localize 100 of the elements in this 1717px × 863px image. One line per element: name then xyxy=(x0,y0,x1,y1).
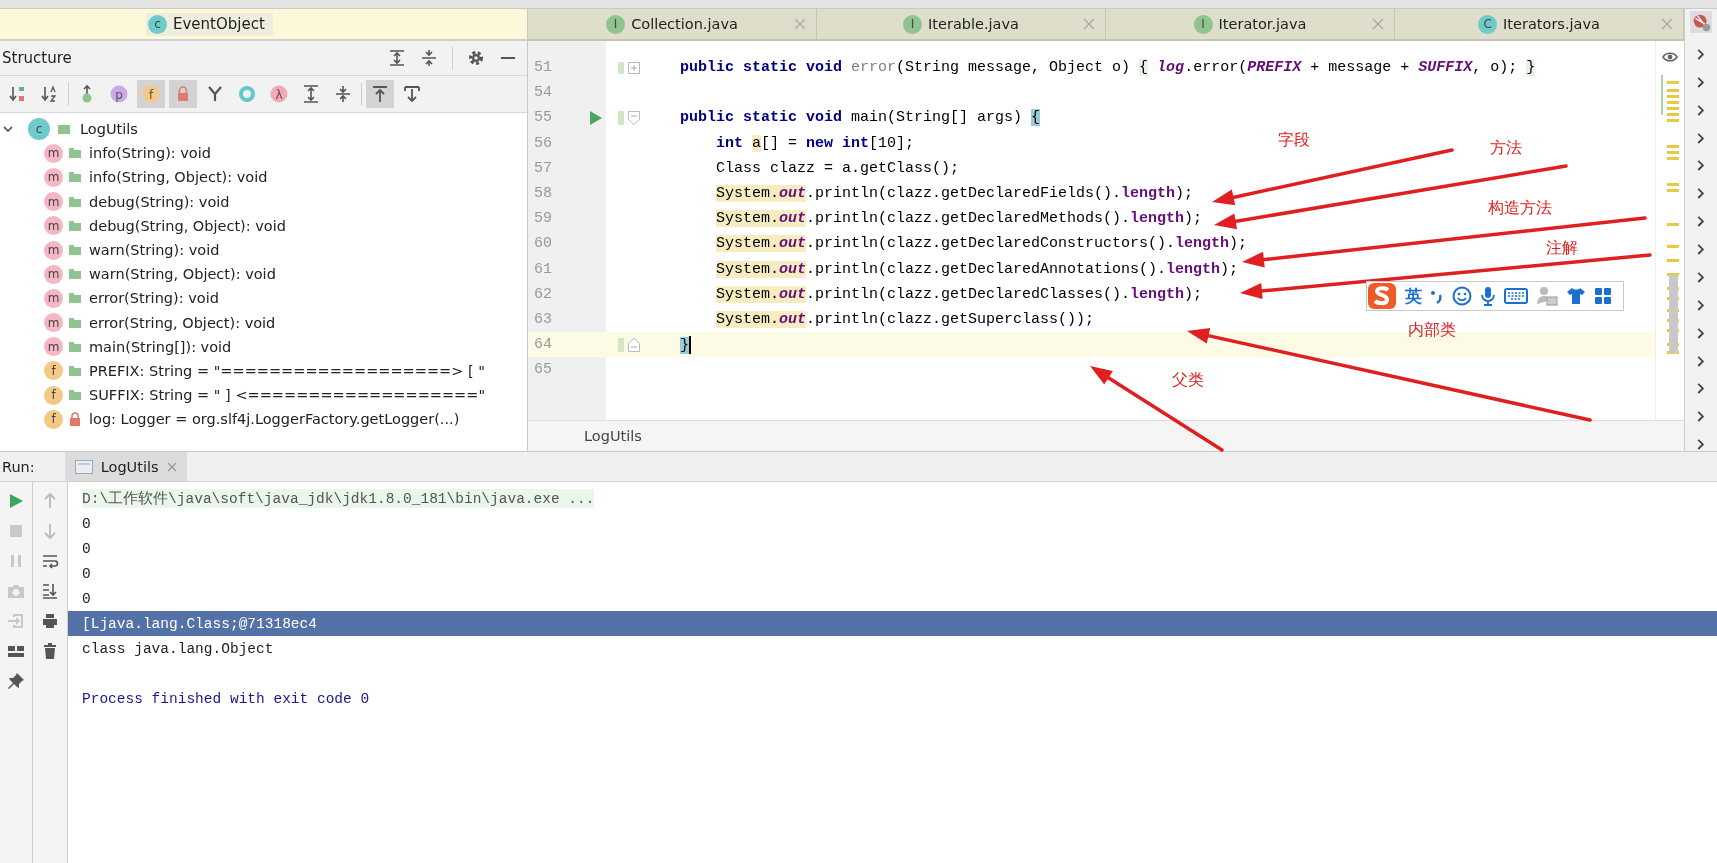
settings-icon[interactable] xyxy=(467,49,485,67)
console-line: 0 xyxy=(82,540,91,557)
arrow-up-icon xyxy=(370,84,390,104)
line-number: 62 xyxy=(533,285,553,303)
chevron-icon[interactable] xyxy=(1696,131,1706,145)
expand-all-icon xyxy=(301,84,321,104)
annotation-label: 父类 xyxy=(1172,370,1204,391)
line-number: 64 xyxy=(533,336,553,354)
code-line: System.out.println(clazz.getDeclaredMethods().length); xyxy=(716,210,1203,228)
editor-tab[interactable]: I Iterable.java xyxy=(817,9,1106,39)
code-line: System.out.println(clazz.getSuperclass()); xyxy=(716,310,1095,328)
tree-item[interactable]: info(String, Object): void xyxy=(89,169,268,186)
method-icon: m xyxy=(44,167,63,187)
shirt-icon[interactable] xyxy=(1566,286,1586,306)
toggle-button[interactable] xyxy=(169,80,197,108)
code-line: System.out.println(clazz.getDeclaredAnnotations().length); xyxy=(716,260,1239,278)
chevron-icon[interactable] xyxy=(1696,438,1706,451)
line-number: 60 xyxy=(533,235,553,253)
chevron-icon[interactable] xyxy=(1696,410,1706,424)
breadcrumb[interactable]: LogUtils xyxy=(584,428,642,444)
class-icon: c xyxy=(28,118,50,141)
chevron-icon[interactable] xyxy=(1696,270,1706,284)
method-icon: m xyxy=(44,143,63,163)
tree-item[interactable]: PREFIX: String = "===================> [ " xyxy=(89,362,485,379)
annotation-label: 内部类 xyxy=(1408,320,1456,341)
tree-item[interactable]: log: Logger = org.slf4j.LoggerFactory.getLogger(...) xyxy=(89,411,460,428)
collapse-all-icon[interactable] xyxy=(420,49,438,67)
tree-item[interactable]: debug(String): void xyxy=(89,193,230,210)
method-icon: m xyxy=(44,337,63,357)
arrow-down-icon xyxy=(402,84,422,104)
tree-item[interactable]: SUFFIX: String = " ] <===================" xyxy=(89,387,486,404)
line-number: 61 xyxy=(533,260,553,278)
grid-icon[interactable] xyxy=(1594,287,1612,305)
console-line: 0 xyxy=(82,590,91,607)
field-icon: f xyxy=(44,385,63,405)
tree-item[interactable]: warn(String, Object): void xyxy=(89,266,276,283)
tree-item[interactable]: LogUtils xyxy=(80,121,138,138)
code-line: int a[] = new int[10]; xyxy=(716,134,915,152)
chevron-icon[interactable] xyxy=(1696,75,1706,89)
code-line: Class clazz = a.getClass(); xyxy=(716,159,960,177)
tree-item[interactable]: info(String): void xyxy=(89,145,211,162)
annotation-label: 字段 xyxy=(1278,130,1310,151)
tree-item[interactable]: error(String, Object): void xyxy=(89,314,276,331)
console-line: class java.lang.Object xyxy=(82,640,274,657)
run-icon[interactable] xyxy=(7,492,25,510)
annotation-label: 注解 xyxy=(1546,238,1578,259)
tree-item[interactable]: warn(String): void xyxy=(89,242,220,259)
code-line: System.out.println(clazz.getDeclaredFields().length); xyxy=(716,185,1194,203)
chevron-icon[interactable] xyxy=(1696,382,1706,396)
annotation-label: 构造方法 xyxy=(1488,198,1552,219)
method-icon: m xyxy=(44,192,63,212)
tree-item[interactable]: c EventObject xyxy=(146,12,273,36)
trash-icon[interactable] xyxy=(41,642,59,660)
toggle-button[interactable] xyxy=(366,80,394,108)
line-number: 59 xyxy=(533,210,553,228)
panel-title: Structure xyxy=(2,49,72,67)
method-icon: m xyxy=(44,240,63,260)
run-tab[interactable]: LogUtils xyxy=(64,452,187,481)
annotation-label: 方法 xyxy=(1490,138,1522,159)
chevron-icon[interactable] xyxy=(1696,298,1706,312)
tree-item[interactable]: main(String[]): void xyxy=(89,338,232,355)
chevron-icon[interactable] xyxy=(1696,103,1706,117)
editor-tab[interactable]: I Iterator.java xyxy=(1106,9,1395,39)
console-line: 0 xyxy=(82,515,91,532)
tree-item[interactable]: debug(String, Object): void xyxy=(89,217,286,234)
tree-item[interactable]: error(String): void xyxy=(89,290,219,307)
keyboard-icon[interactable] xyxy=(1504,288,1528,304)
pin-icon[interactable] xyxy=(7,672,25,690)
line-number: 58 xyxy=(533,185,553,203)
run-icon[interactable] xyxy=(589,109,603,126)
chevron-icon[interactable] xyxy=(1696,48,1706,61)
chevron-icon[interactable] xyxy=(1696,354,1706,368)
code-line: System.out.println(clazz.getDeclaredConstructors().length); xyxy=(716,235,1248,253)
chevron-icon[interactable] xyxy=(1696,215,1706,229)
field-icon: f xyxy=(44,409,63,429)
wrap-icon[interactable] xyxy=(41,552,59,570)
language-indicator[interactable]: 英 xyxy=(1405,284,1422,308)
chevron-icon[interactable] xyxy=(1696,243,1706,256)
method-icon: m xyxy=(44,216,63,236)
chevron-icon[interactable] xyxy=(1696,159,1706,173)
s-logo-icon[interactable] xyxy=(1367,282,1397,310)
console-icon xyxy=(74,459,93,474)
collapse-all-icon xyxy=(333,84,353,104)
console-line: 0 xyxy=(82,565,91,582)
line-number: 55 xyxy=(533,109,553,127)
emoji-icon[interactable] xyxy=(1452,286,1472,306)
code-line: System.out.println(clazz.getDeclaredClasses().length); xyxy=(716,285,1203,303)
scroll-end-icon[interactable] xyxy=(41,582,59,600)
line-number: 57 xyxy=(533,159,553,177)
chevron-icon[interactable] xyxy=(1696,326,1706,340)
editor-tab[interactable]: I Collection.java xyxy=(528,9,817,39)
expand-all-icon[interactable] xyxy=(388,49,406,67)
print-icon[interactable] xyxy=(41,612,59,630)
bug-icon[interactable] xyxy=(1689,11,1713,34)
method-icon: m xyxy=(44,288,63,308)
ring-icon xyxy=(237,84,257,104)
chevron-icon[interactable] xyxy=(1696,187,1706,201)
microphone-icon[interactable] xyxy=(1480,286,1496,306)
eye-icon[interactable] xyxy=(1662,51,1678,63)
fork-icon xyxy=(205,84,225,104)
